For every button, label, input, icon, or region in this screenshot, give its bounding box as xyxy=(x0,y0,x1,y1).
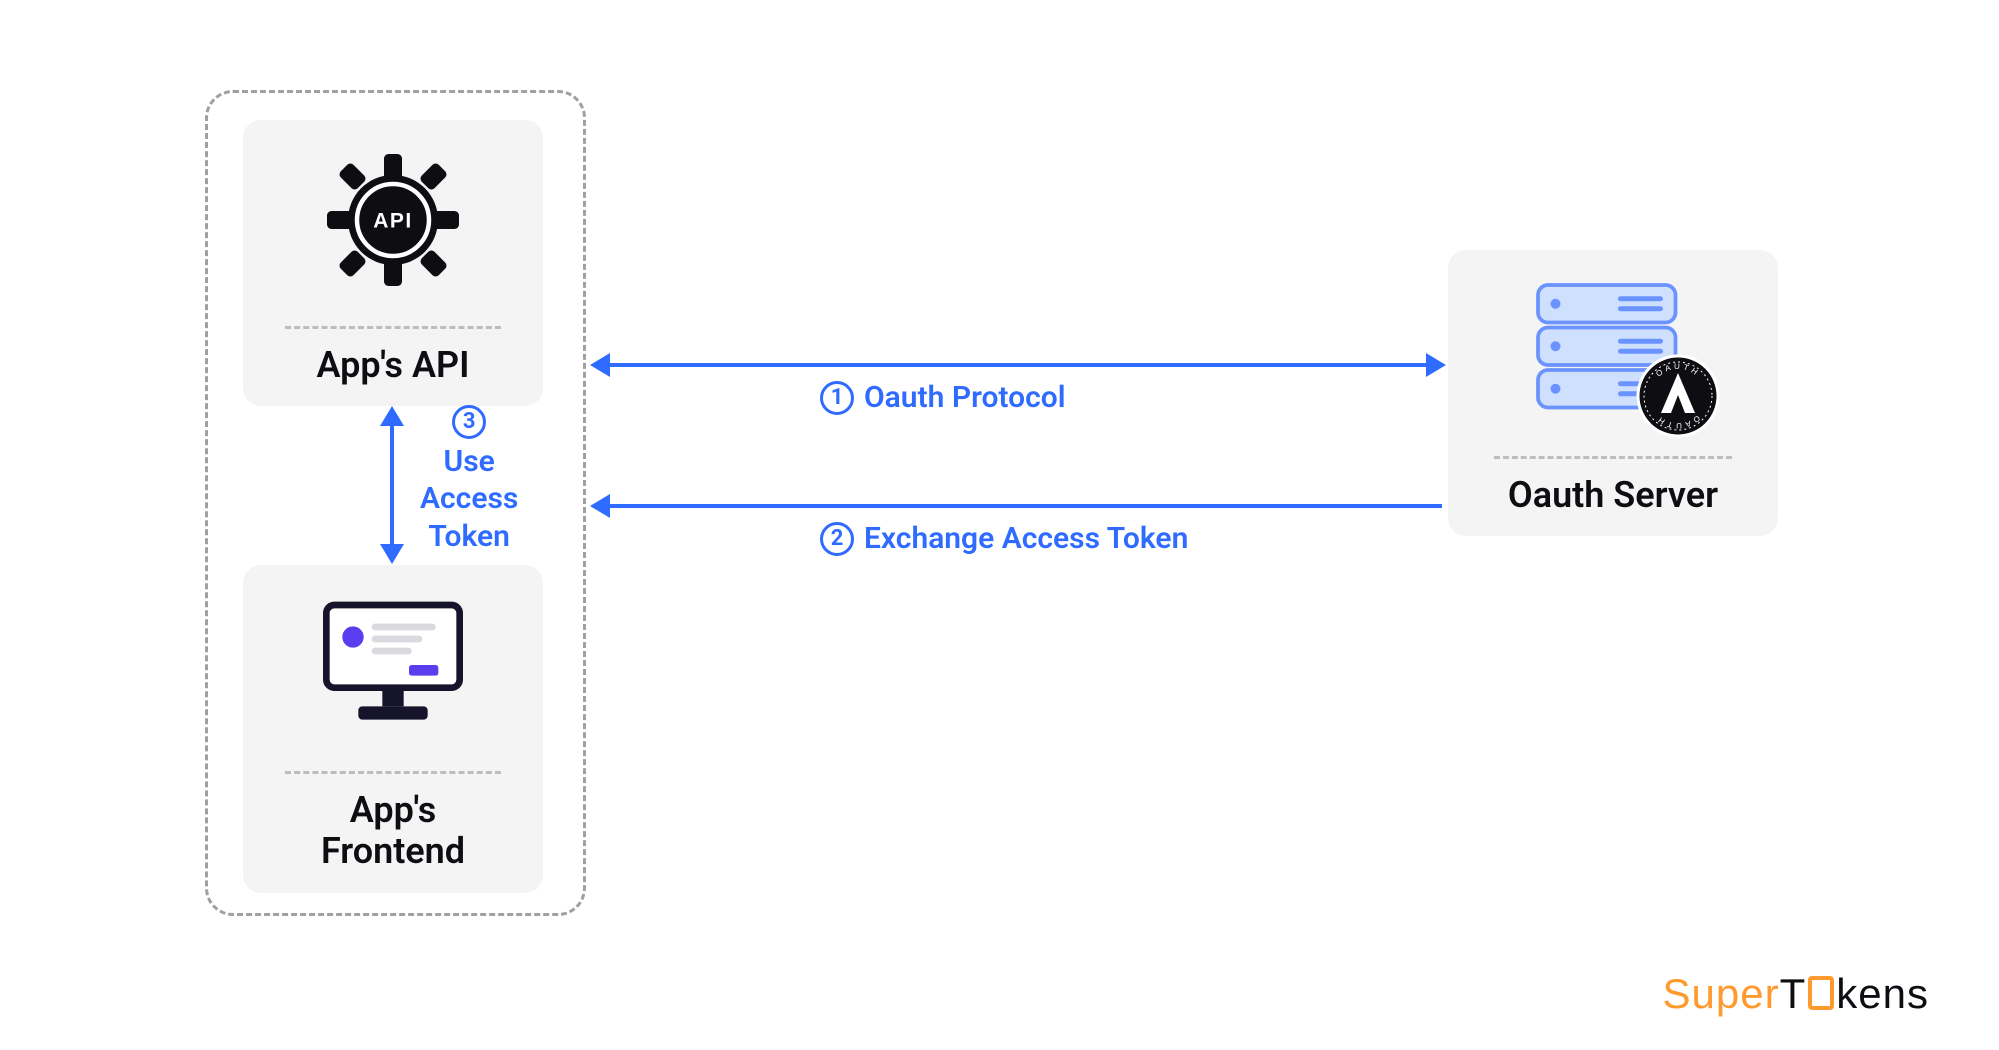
divider xyxy=(285,326,501,329)
card-label: Oauth Server xyxy=(1508,475,1718,516)
frontend-monitor-icon xyxy=(313,565,473,765)
step-number-badge: 3 xyxy=(452,405,486,439)
arrow-use-access-token xyxy=(390,424,394,546)
arrow-label-exchange-token: 2 Exchange Access Token xyxy=(820,521,1188,556)
arrow-head-right-icon xyxy=(1426,353,1446,377)
arrow-head-down-icon xyxy=(380,544,404,564)
arrow-head-left-icon xyxy=(590,494,610,518)
svg-text:API: API xyxy=(373,210,413,233)
card-label: App's Frontend xyxy=(321,790,465,873)
card-oauth-server: OAUTH OAUTH Oauth Server xyxy=(1448,250,1778,536)
step-number-badge: 1 xyxy=(820,381,854,415)
step-number-badge: 2 xyxy=(820,522,854,556)
arrow-label-oauth-protocol: 1 Oauth Protocol xyxy=(820,380,1066,415)
diagram-stage: API App's API App's Frontend xyxy=(0,0,1999,1050)
card-label: App's API xyxy=(317,345,470,386)
card-app-frontend: App's Frontend xyxy=(243,565,543,893)
logo-part2-post: kens xyxy=(1836,970,1929,1017)
arrow-oauth-protocol xyxy=(608,363,1428,367)
logo-o-icon xyxy=(1808,976,1834,1010)
api-gear-icon: API xyxy=(318,120,468,320)
arrow-text: Exchange Access Token xyxy=(864,521,1188,556)
divider xyxy=(285,771,501,774)
arrow-head-left-icon xyxy=(590,353,610,377)
arrow-text: Oauth Protocol xyxy=(864,380,1066,415)
card-app-api: API App's API xyxy=(243,120,543,406)
divider xyxy=(1494,456,1732,459)
logo-part2-pre: T xyxy=(1780,970,1807,1017)
arrow-head-up-icon xyxy=(380,406,404,426)
arrow-exchange-token xyxy=(608,504,1442,508)
oauth-badge-icon: OAUTH OAUTH xyxy=(1633,351,1723,445)
logo-part1: Super xyxy=(1663,970,1780,1017)
arrow-text: Use Access Token xyxy=(420,443,518,556)
oauth-server-icon: OAUTH OAUTH xyxy=(1513,250,1713,450)
arrow-label-use-access-token: 3 Use Access Token xyxy=(420,400,518,555)
supertokens-logo: SuperTkens xyxy=(1663,970,1929,1018)
